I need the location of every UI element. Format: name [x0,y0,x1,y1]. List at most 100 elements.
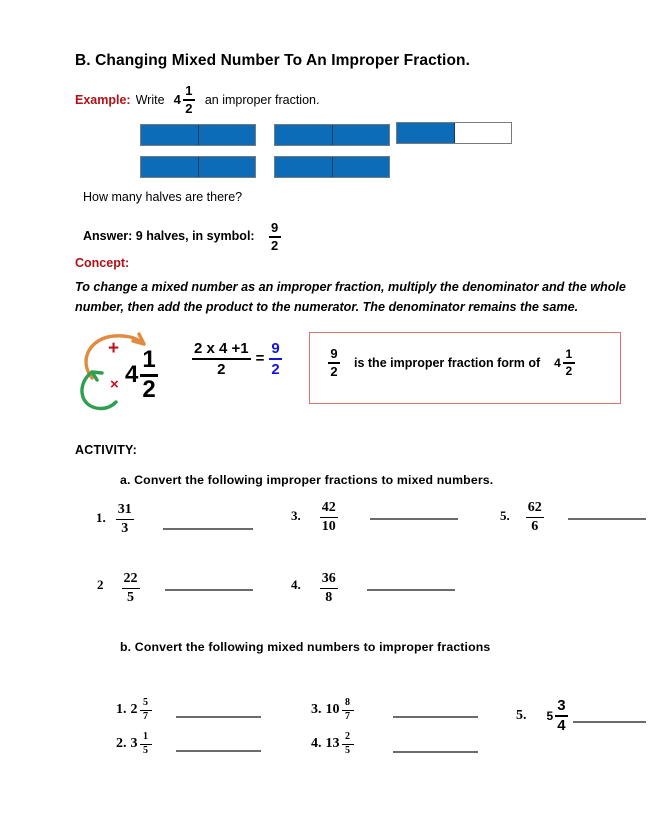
result-denominator: 2 [271,360,280,378]
bar-cell [275,125,333,145]
item-numerator: 3 [557,697,566,714]
example-whole: 4 [173,92,181,107]
callout-mixed-numerator: 1 [565,347,573,361]
item-denominator: 8 [325,589,333,605]
item-number: 3. [311,702,322,718]
item-numerator: 8 [345,697,350,708]
item-numerator: 36 [321,571,336,586]
item-denominator: 7 [345,711,350,723]
example-line: Example: Write 4 1 2 an improper fractio… [75,84,319,115]
part-b-instruction: b. Convert the following mixed numbers t… [120,640,491,654]
callout-mixed-denominator: 2 [565,364,573,378]
item-fraction: 36 8 [319,571,338,605]
bar-cell [397,123,455,143]
bar-cell [454,123,511,143]
item-numerator: 42 [321,500,336,515]
bar-cell [141,125,199,145]
bar-cell [198,125,255,145]
worked-mixed-number: 4 1 2 [125,348,158,402]
bar-cell [198,157,255,177]
item-denominator: 7 [143,711,148,723]
worked-example-arrows: + × 4 1 2 [72,330,192,412]
answer-blank-b4[interactable] [393,751,478,753]
item-whole: 5 [546,708,554,723]
item-number: 2. [116,736,127,752]
answer-blank-b2[interactable] [176,750,261,752]
worked-numerator: 1 [142,346,156,373]
bar-cell [332,125,389,145]
callout-fraction: 9 2 [328,347,340,378]
concept-label: Concept: [75,256,130,270]
answer-blank-b1[interactable] [176,716,261,718]
item-number: 4. [291,577,301,592]
answer-blank-b3[interactable] [393,716,478,718]
concept-body: To change a mixed number as an improper … [75,280,626,314]
example-numerator: 1 [185,83,193,98]
equation-denominator: 2 [217,360,226,378]
example-text-before: Write [135,92,165,107]
diagram-answer-line: Answer: 9 halves, in symbol: 9 2 [83,219,281,252]
answer-denominator: 2 [270,238,279,253]
callout-text: is the improper fraction form of [354,355,541,370]
bar-cell [332,157,389,177]
item-denominator: 5 [345,745,350,757]
callout-denominator: 2 [330,364,338,379]
answer-blank-a5[interactable] [568,518,646,520]
item-numerator: 2 [345,731,350,742]
item-number: 5. [516,707,527,723]
answer-blank-a3[interactable] [370,518,458,520]
worked-denominator: 2 [142,376,156,403]
bar-cell [275,157,333,177]
part-a-instruction: a. Convert the following improper fracti… [120,473,494,487]
item-numerator: 1 [143,731,148,742]
item-whole: 13 [325,736,340,752]
diagram-question: How many halves are there? [83,190,243,204]
part-a-item-1: 1. 31 3 [96,503,134,536]
answer-blank-b5[interactable] [573,721,646,723]
item-fraction: 22 5 [121,571,140,605]
bar-cell [141,157,199,177]
answer-blank-a2[interactable] [165,589,253,591]
item-fraction: 31 3 [115,503,134,536]
item-denominator: 5 [127,589,134,605]
part-a-item-2: 2 22 5 [97,572,140,605]
item-mixed-number: 10 8 7 [326,698,354,722]
callout-numerator: 9 [330,346,338,361]
equation-result-fraction: 9 2 [269,341,282,378]
example-text-after: an improper fraction. [204,92,320,107]
callout-box: 9 2 is the improper fraction form of 4 1… [309,332,621,404]
item-number: 5. [500,508,510,523]
part-a-item-4: 4. 36 8 [291,572,338,605]
item-denominator: 6 [531,518,539,534]
equation-fraction: 2 x 4 +1 2 [192,341,251,377]
equals-sign: = [255,350,265,368]
worked-equation: 2 x 4 +1 2 = 9 2 [192,341,282,377]
bar-1-3 [396,122,512,144]
item-number: 1. [116,702,127,718]
item-number: 2 [97,577,104,592]
item-numerator: 22 [123,571,138,586]
answer-blank-a4[interactable] [367,589,455,591]
bar-2-2 [274,156,390,178]
item-whole: 2 [130,702,138,718]
part-b-item-4: 4. 13 2 5 [311,732,354,756]
item-numerator: 5 [143,697,148,708]
item-whole: 3 [130,736,138,752]
answer-numerator: 9 [270,220,279,235]
part-b-item-1: 1. 2 5 7 [116,698,152,722]
part-a-item-3: 3. 42 10 [291,501,338,534]
section-heading: B. Changing Mixed Number To An Improper … [75,52,470,69]
item-fraction: 42 10 [319,500,338,534]
item-denominator: 3 [121,520,129,536]
item-denominator: 10 [321,518,336,534]
item-numerator: 62 [527,500,542,515]
answer-blank-a1[interactable] [163,528,253,530]
item-fraction: 62 6 [525,500,544,534]
item-mixed-number: 3 1 5 [131,732,152,756]
item-mixed-number: 5 3 4 [547,698,568,733]
item-number: 1. [96,510,106,525]
part-b-item-5: 5. 5 3 4 [516,698,568,733]
callout-mixed-number: 4 1 2 [554,348,575,377]
part-b-item-3: 3. 10 8 7 [311,698,354,722]
worksheet-page: B. Changing Mixed Number To An Improper … [0,0,671,826]
